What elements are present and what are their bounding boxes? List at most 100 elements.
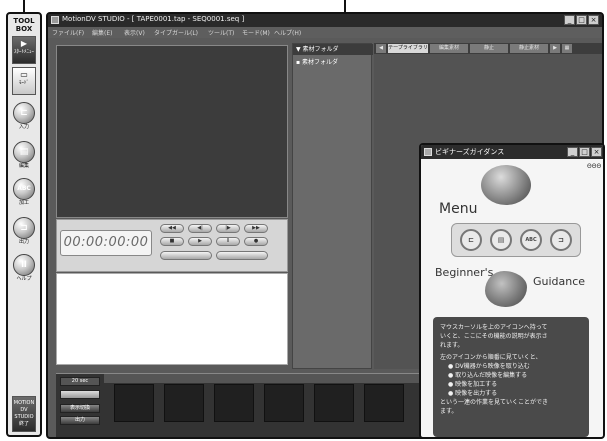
app-icon [51, 16, 59, 24]
guidance-app-icon [424, 148, 432, 156]
menu-sphere-image [481, 165, 531, 205]
output-label: 出力 [18, 239, 29, 245]
beginners-guidance-window: ビギナーズガイダンス _ □ × ΘΘΘ Menu ⊏ ▤ ABC ⊐ Begi… [419, 143, 605, 439]
edit-icon: ▤ [13, 141, 35, 163]
guidance-minimize-button[interactable]: _ [567, 147, 578, 157]
toolbox-panel: TOOL BOX ▶ ｽﾀｰﾄﾒﾆｭｰ ▭ ﾓｰﾄﾞ ⊏ 入力 ▤ 編集 ABC 加工… [6, 12, 42, 437]
rewind-button[interactable]: ◀◀ [160, 224, 184, 233]
guide-bullet: ● DV機器から映像を取り込む [448, 363, 530, 370]
toolbox-mode-button[interactable]: ▭ ﾓｰﾄﾞ [12, 67, 36, 95]
menu-mode[interactable]: モード(M) [242, 28, 270, 37]
timeline-clip-slot[interactable] [164, 384, 204, 422]
start-menu-label: ｽﾀｰﾄﾒﾆｭｰ [13, 49, 34, 55]
playback-controls: 00:00:00:00 ◀◀ ◀| |▶ ▶▶ ■ ▶ Ⅱ ● [56, 219, 288, 272]
input-icon: ⊏ [13, 102, 35, 124]
tab-still-material[interactable]: 静止素材 [510, 44, 548, 53]
menu-bar: ファイル(F) 編集(E) 表示(V) タイプガール(L) ツール(T) モード… [48, 27, 602, 38]
close-button[interactable]: × [588, 15, 599, 25]
toolbox-input-button[interactable]: ⊏ 入力 [10, 102, 38, 132]
timeline-length-field[interactable]: 20 sec [60, 377, 100, 386]
main-titlebar: MotionDV STUDIO - [ TAPE0001.tap - SEQ00… [48, 14, 602, 27]
toolbox-start-menu-button[interactable]: ▶ ｽﾀｰﾄﾒﾆｭｰ [12, 36, 36, 64]
prev-frame-button[interactable]: ◀| [188, 224, 212, 233]
guide-line: マウスカーソルを上のアイコンへ持って [440, 324, 548, 331]
folder-panel: ▼ 素材フォルダ ▪ 素材フォルダ [292, 43, 373, 369]
guide-edit-icon[interactable]: ▤ [490, 229, 512, 251]
guide-abc-icon[interactable]: ABC [520, 229, 542, 251]
guide-bullet: ● 映像を出力する [448, 390, 498, 397]
play-button[interactable]: ▶ [188, 237, 212, 246]
view-toggle-icon[interactable]: ▦ [562, 44, 572, 53]
display-switch-button[interactable]: 表示切換 [60, 404, 100, 413]
tab-strip: ◀ テープライブラリ 編集素材 静止 静止素材 ▶ ▦ [374, 43, 602, 54]
info-area [56, 273, 288, 365]
mode-label: ﾓｰﾄﾞ [18, 80, 29, 86]
guidance-titlebar: ビギナーズガイダンス _ □ × [421, 145, 603, 159]
stop-button[interactable]: ■ [160, 237, 184, 246]
guidance-controls-icon[interactable]: ΘΘΘ [587, 163, 601, 170]
edit-label: 編集 [18, 163, 29, 169]
guide-line: れます。 [440, 342, 464, 349]
output-icon: ⊐ [13, 217, 35, 239]
exit-studio-button[interactable]: MOTION DV STUDIO 終了 [12, 396, 36, 432]
tab-still[interactable]: 静止 [470, 44, 508, 53]
guidance-window-title: ビギナーズガイダンス [435, 148, 505, 156]
guidance-icon-strip: ⊏ ▤ ABC ⊐ [451, 223, 581, 257]
folder-row[interactable]: ▪ 素材フォルダ [293, 57, 373, 68]
toolbox-effects-button[interactable]: ABC 加工 [10, 178, 38, 208]
beginners-label: Beginner's [435, 266, 494, 279]
toolbox-edit-button[interactable]: ▤ 編集 [10, 141, 38, 171]
next-frame-button[interactable]: |▶ [216, 224, 240, 233]
menu-typegirl[interactable]: タイプガール(L) [154, 28, 198, 37]
menu-tools[interactable]: ツール(T) [208, 28, 234, 37]
timecode-display: 00:00:00:00 [60, 230, 152, 256]
guide-output-icon[interactable]: ⊐ [550, 229, 572, 251]
guide-line: ます。 [440, 408, 458, 415]
control-wide-button-1[interactable] [160, 251, 212, 260]
input-label: 入力 [18, 124, 29, 130]
folder-row[interactable]: ▼ 素材フォルダ [293, 44, 373, 55]
fast-forward-button[interactable]: ▶▶ [244, 224, 268, 233]
tab-tape-library[interactable]: テープライブラリ [388, 44, 428, 53]
output-button[interactable]: 出力 [60, 416, 100, 425]
guidance-rock-image [485, 271, 527, 307]
record-button[interactable]: ● [244, 237, 268, 246]
minimize-button[interactable]: _ [564, 15, 575, 25]
tab-scroll-right-icon[interactable]: ▶ [550, 44, 560, 53]
maximize-button[interactable]: □ [576, 15, 587, 25]
timeline-clip-slot[interactable] [314, 384, 354, 422]
guidance-description: マウスカーソルを上のアイコンへ持って いくと、ここにその機能の説明が表示さ れま… [433, 317, 589, 437]
pause-button[interactable]: Ⅱ [216, 237, 240, 246]
guide-input-icon[interactable]: ⊏ [460, 229, 482, 251]
guide-bullet: ● 取り込んだ映像を編集する [448, 372, 528, 379]
toolbox-title: TOOL BOX [13, 17, 35, 33]
guide-line: いくと、ここにその機能の説明が表示さ [440, 333, 548, 340]
timeline-clip-slot[interactable] [114, 384, 154, 422]
tab-edit-material[interactable]: 編集素材 [430, 44, 468, 53]
menu-view[interactable]: 表示(V) [124, 28, 145, 37]
toolbox-output-button[interactable]: ⊐ 出力 [10, 217, 38, 247]
tab-scroll-left-icon[interactable]: ◀ [376, 44, 386, 53]
abc-icon: ABC [13, 178, 35, 200]
effects-label: 加工 [18, 200, 29, 206]
timeline-clip-slot[interactable] [264, 384, 304, 422]
toolbox-help-button[interactable]: Ⅱ ヘルプ [10, 254, 38, 284]
video-preview [56, 45, 288, 218]
help-icon: Ⅱ [13, 254, 35, 276]
guide-bullet: ● 映像を加工する [448, 381, 498, 388]
menu-edit[interactable]: 編集(E) [92, 28, 112, 37]
menu-heading: Menu [439, 201, 478, 217]
guidance-close-button[interactable]: × [591, 147, 602, 157]
timeline-toggle-button[interactable] [60, 390, 100, 399]
guide-line: 左のアイコンから順番に見ていくと、 [440, 354, 542, 361]
guidance-maximize-button[interactable]: □ [579, 147, 590, 157]
timeline-clip-slot[interactable] [214, 384, 254, 422]
menu-help[interactable]: ヘルプ(H) [274, 28, 301, 37]
guidance-label: Guidance [533, 275, 586, 288]
guide-line: という一連の作業を見ていくことができ [440, 399, 549, 406]
pointer-line-toolbox [23, 0, 25, 12]
control-wide-button-2[interactable] [216, 251, 268, 260]
pointer-line-main [344, 0, 346, 12]
menu-file[interactable]: ファイル(F) [52, 28, 84, 37]
timeline-clip-slot[interactable] [364, 384, 404, 422]
